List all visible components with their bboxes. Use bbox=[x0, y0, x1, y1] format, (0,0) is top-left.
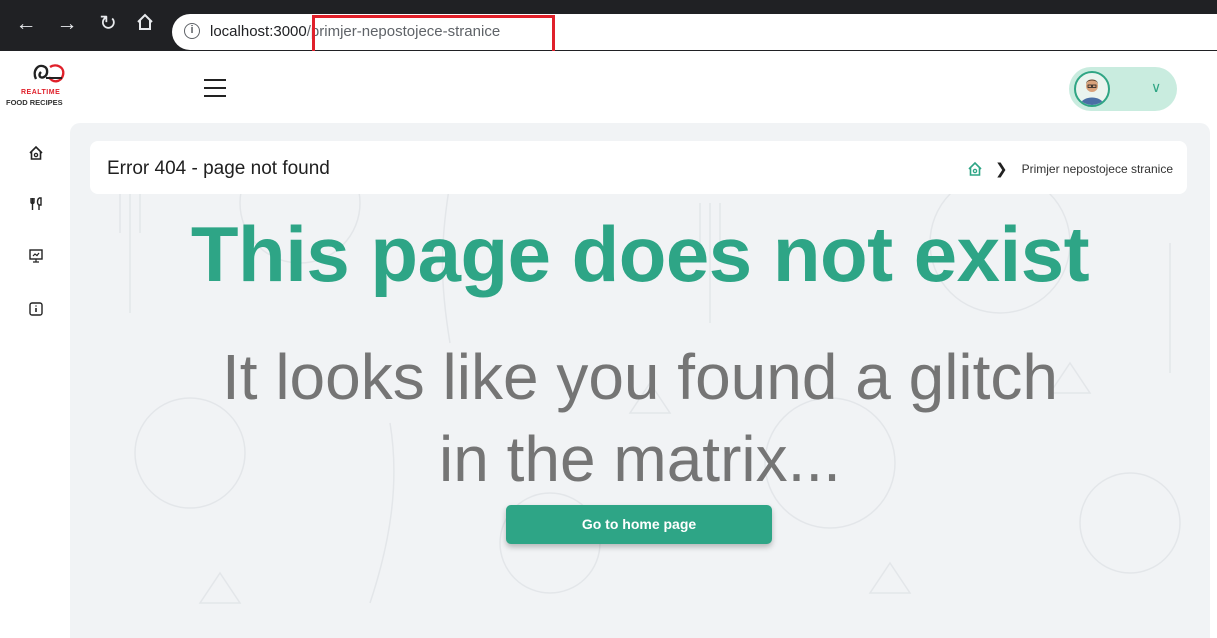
error-subline-line1: It looks like you found a glitch bbox=[221, 341, 1059, 413]
profile-menu[interactable]: ∨ bbox=[1069, 67, 1177, 111]
main-content: Error 404 - page not found ❯ Primjer nep… bbox=[70, 123, 1210, 638]
breadcrumb-home-icon[interactable] bbox=[967, 161, 983, 177]
breadcrumb: ❯ Primjer nepostojece stranice bbox=[967, 160, 1173, 178]
home-icon[interactable] bbox=[27, 145, 45, 163]
presentation-chart-icon[interactable] bbox=[27, 248, 45, 266]
app-header: REALTIME FOOD RECIPES ∨ bbox=[0, 51, 1217, 123]
error-subline-line2: in the matrix... bbox=[439, 423, 841, 495]
avatar bbox=[1074, 71, 1110, 107]
page-header-card: Error 404 - page not found ❯ Primjer nep… bbox=[90, 141, 1187, 194]
info-square-icon[interactable] bbox=[27, 301, 45, 319]
page-title: Error 404 - page not found bbox=[107, 158, 330, 179]
forward-arrow-icon[interactable]: → bbox=[55, 12, 79, 36]
breadcrumb-current: Primjer nepostojece stranice bbox=[1021, 162, 1173, 176]
url-highlight-box bbox=[312, 15, 555, 56]
reload-icon[interactable]: ↻ bbox=[96, 12, 120, 36]
browser-toolbar: ← → ↻ i localhost:3000/primjer-nepostoje… bbox=[0, 0, 1217, 51]
back-arrow-icon[interactable]: ← bbox=[14, 12, 38, 36]
error-headline: This page does not exist bbox=[190, 210, 1090, 298]
logo-text-food-recipes: FOOD RECIPES bbox=[6, 98, 63, 107]
home-icon[interactable] bbox=[133, 12, 157, 36]
error-subline: It looks like you found a glitch in the … bbox=[70, 336, 1210, 500]
chevron-down-icon[interactable]: ∨ bbox=[1151, 79, 1161, 96]
fork-knife-icon[interactable] bbox=[27, 196, 45, 214]
go-home-button[interactable]: Go to home page bbox=[506, 505, 772, 544]
sidebar bbox=[0, 123, 70, 638]
logo-text-realtime: REALTIME bbox=[21, 89, 61, 96]
logo[interactable]: REALTIME FOOD RECIPES bbox=[6, 61, 90, 117]
logo-mark-icon bbox=[33, 64, 65, 83]
info-icon[interactable]: i bbox=[184, 23, 200, 39]
url-host: localhost:3000 bbox=[210, 23, 307, 40]
chevron-right-icon: ❯ bbox=[995, 161, 1008, 178]
hamburger-icon[interactable] bbox=[204, 79, 226, 97]
